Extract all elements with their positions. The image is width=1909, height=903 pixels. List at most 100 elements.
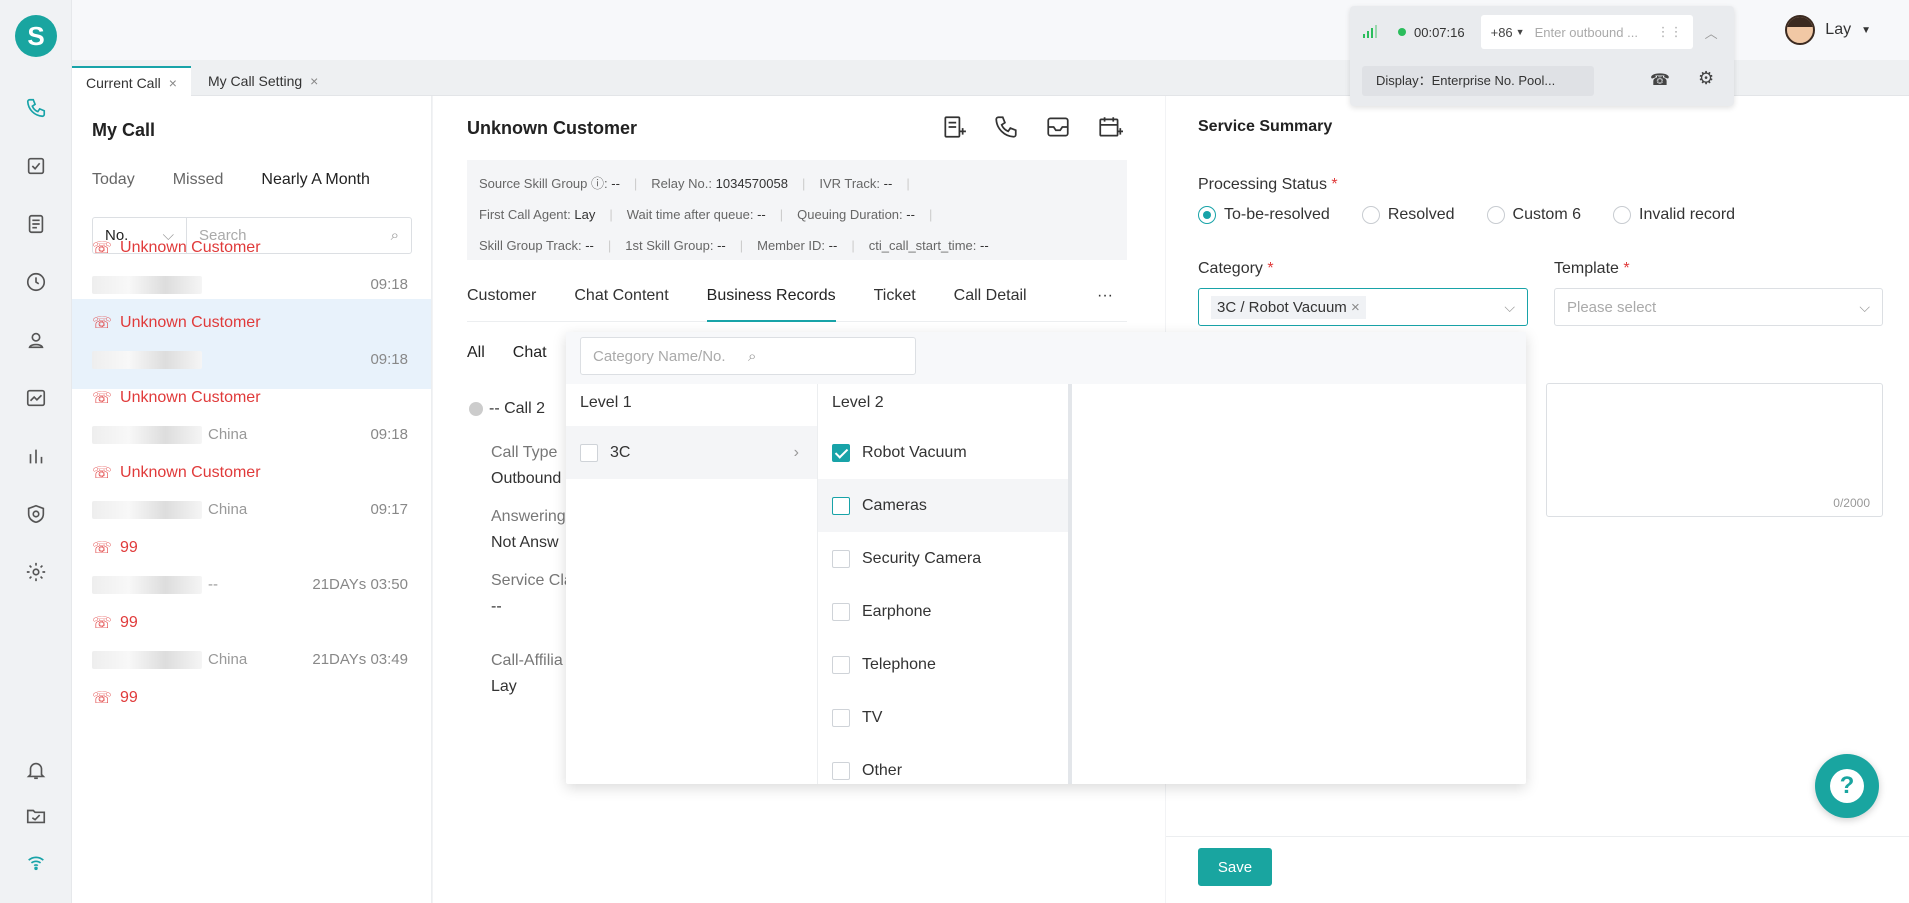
info-value: 1034570058 (715, 176, 788, 191)
summary-textarea[interactable]: 0/2000 (1546, 383, 1883, 517)
call-list-item[interactable]: ☏ 99 (72, 674, 431, 764)
checkbox[interactable] (580, 443, 598, 462)
record-subtabs: All Chat (467, 344, 547, 362)
customer-toolbar (941, 114, 1123, 145)
level2-item-security-camera[interactable]: Security Camera (818, 532, 1068, 585)
level2-item-telephone[interactable]: Telephone (818, 638, 1068, 691)
record-field: Call-Affilia Lay (491, 652, 563, 696)
filter-missed[interactable]: Missed (173, 171, 224, 189)
caller-name: Unknown Customer (120, 314, 261, 331)
status-label: Processing Status * (1198, 176, 1338, 193)
outbound-number-input[interactable]: +86 ▼ Enter outbound ... ⋮⋮ (1480, 15, 1693, 49)
subtab-chat[interactable]: Chat (513, 344, 547, 362)
caret-down-icon: ▼ (1861, 24, 1871, 36)
category-dropdown: Category Name/No. ⌕ Level 1 3C › Level 2 R… (566, 332, 1526, 784)
record-field: Answering Not Answ (491, 508, 566, 552)
level1-item-3c[interactable]: 3C › (566, 426, 817, 479)
chevron-down-icon: ⌵ (1504, 298, 1515, 315)
add-note-icon[interactable] (941, 114, 967, 145)
missed-call-icon: ☏ (92, 615, 113, 632)
monitor-icon[interactable] (22, 384, 50, 412)
tab-ticket[interactable]: Ticket (874, 278, 916, 322)
radio-resolved[interactable]: Resolved (1361, 206, 1455, 224)
folder-icon[interactable] (22, 802, 50, 830)
level2-item-cameras[interactable]: Cameras (818, 479, 1068, 532)
report-icon[interactable] (22, 442, 50, 470)
help-button[interactable]: ? (1815, 754, 1879, 818)
field-value: -- (491, 598, 502, 615)
field-label: Answering (491, 508, 566, 525)
document-icon[interactable] (22, 210, 50, 238)
close-icon[interactable]: × (169, 75, 177, 91)
radio-invalid-record[interactable]: Invalid record (1613, 206, 1735, 224)
info-value: -- (883, 176, 893, 191)
caller-name: 99 (120, 614, 138, 631)
tab-business-records[interactable]: Business Records (706, 278, 836, 322)
settings-icon[interactable]: ⚙ (1698, 68, 1714, 89)
info-value: -- (757, 207, 766, 222)
question-icon: ? (1830, 769, 1864, 803)
tab-current-call[interactable]: Current Call × (72, 66, 191, 96)
level2-item-earphone[interactable]: Earphone (818, 585, 1068, 638)
settings-icon[interactable] (22, 558, 50, 586)
contact-icon[interactable] (22, 326, 50, 354)
filter-nearly-a-month[interactable]: Nearly A Month (261, 171, 370, 189)
summary-title: Service Summary (1198, 118, 1333, 135)
app-logo[interactable]: S (15, 15, 57, 57)
checkbox[interactable] (832, 496, 850, 515)
level2-item-other[interactable]: Other (818, 744, 1068, 797)
tab-my-call-setting[interactable]: My Call Setting × (194, 66, 332, 96)
level2-item-tv[interactable]: TV (818, 691, 1068, 744)
checkbox-checked[interactable] (832, 443, 850, 462)
checkbox[interactable] (832, 708, 850, 727)
wifi-icon[interactable] (22, 848, 50, 876)
template-select[interactable]: Please select ⌵ (1554, 288, 1883, 326)
category-search-input[interactable]: Category Name/No. ⌕ (580, 337, 916, 375)
signal-icon (1363, 25, 1377, 38)
info-label: cti_call_start_time: (868, 238, 977, 253)
level2-header: Level 2 (832, 394, 884, 411)
radio-to-be-resolved[interactable]: To-be-resolved (1198, 206, 1330, 224)
calendar-add-icon[interactable] (1097, 114, 1123, 145)
template-label: Template * (1554, 260, 1630, 277)
info-label: 1st Skill Group: (625, 238, 714, 253)
checkbox[interactable] (832, 602, 850, 621)
record-header: -- Call 2 (469, 400, 545, 418)
info-value: -- (980, 238, 989, 253)
dialpad-icon[interactable]: ⋮⋮ (1657, 24, 1683, 40)
close-icon[interactable]: × (1351, 299, 1360, 316)
phone-icon[interactable] (22, 94, 50, 122)
shield-icon[interactable] (22, 500, 50, 528)
tab-chat-content[interactable]: Chat Content (574, 278, 668, 322)
close-icon[interactable]: × (310, 73, 318, 89)
level2-item-robot-vacuum[interactable]: Robot Vacuum (818, 426, 1068, 479)
tab-call-detail[interactable]: Call Detail (954, 278, 1027, 322)
category-select[interactable]: 3C / Robot Vacuum × ⌵ (1198, 288, 1528, 326)
checkbox[interactable] (832, 761, 850, 780)
chevron-down-icon: ⌵ (1859, 298, 1870, 315)
country-code[interactable]: +86 (1491, 25, 1513, 40)
task-icon[interactable] (22, 152, 50, 180)
transfer-icon[interactable]: ☎ (1650, 70, 1670, 90)
phone-icon[interactable] (993, 114, 1019, 145)
user-menu[interactable]: Lay ▼ (1785, 14, 1871, 46)
chevron-right-icon: › (793, 443, 799, 461)
checkbox[interactable] (832, 549, 850, 568)
tab-customer[interactable]: Customer (467, 278, 536, 322)
field-value: Outbound (491, 470, 562, 487)
history-icon[interactable] (22, 268, 50, 296)
inbox-icon[interactable] (1045, 114, 1071, 145)
display-number-select[interactable]: Display：Enterprise No. Pool... (1362, 66, 1594, 96)
filter-today[interactable]: Today (92, 171, 135, 189)
radio-custom-6[interactable]: Custom 6 (1486, 206, 1581, 224)
softphone-widget: 00:07:16 +86 ▼ Enter outbound ... ⋮⋮ ︿ Di… (1350, 6, 1734, 106)
info-label: Skill Group Track: (479, 238, 582, 253)
customer-tabs: Customer Chat Content Business Records T… (467, 278, 1127, 322)
more-tabs-button[interactable]: ··· (1097, 278, 1127, 322)
checkbox[interactable] (832, 655, 850, 674)
subtab-all[interactable]: All (467, 344, 485, 362)
save-button[interactable]: Save (1198, 848, 1272, 886)
info-label: Queuing Duration: (797, 207, 903, 222)
collapse-icon[interactable]: ︿ (1705, 23, 1718, 42)
bell-icon[interactable] (22, 756, 50, 784)
